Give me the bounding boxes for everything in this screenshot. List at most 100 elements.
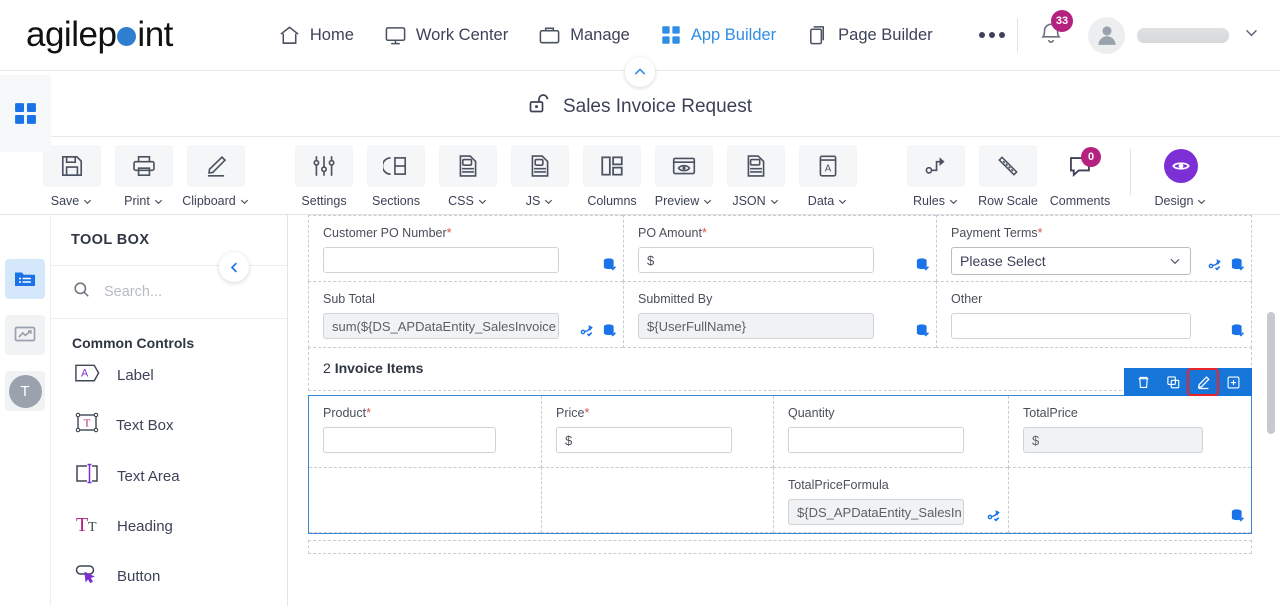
rail-item-user[interactable]: T [5, 371, 45, 411]
data-binding-icon[interactable] [915, 323, 930, 343]
toolbar-json-button[interactable]: JSON [720, 145, 792, 208]
data-binding-icon[interactable] [915, 257, 930, 277]
field-customer-po-number[interactable]: Customer PO Number* [308, 215, 623, 282]
chevron-down-icon [545, 199, 553, 204]
rules-icon[interactable] [580, 323, 595, 343]
field-icons-payment-terms [1208, 257, 1245, 277]
notifications-button[interactable]: 33 [1038, 9, 1073, 51]
canvas-scrollbar[interactable] [1267, 312, 1275, 434]
rail-apps-button[interactable] [0, 75, 51, 152]
select-payment-terms[interactable]: Please Select [951, 247, 1191, 275]
toolbar-columns-button[interactable]: Columns [576, 145, 648, 208]
data-binding-icon[interactable] [602, 323, 617, 343]
search-input[interactable] [104, 284, 254, 300]
toolbar-rules-button[interactable]: Rules [900, 145, 972, 208]
field-product[interactable]: Product* [309, 396, 541, 468]
toolbox-item-heading[interactable]: TT Heading [51, 501, 287, 551]
toolbar-row-scale-label: Row Scale [978, 194, 1038, 208]
input-other[interactable] [951, 313, 1191, 339]
data-binding-icon[interactable] [1230, 508, 1245, 528]
field-submitted-by[interactable]: Submitted By ${UserFullName} [623, 281, 936, 348]
rules-icon[interactable] [987, 508, 1002, 528]
toolbar-clipboard-button[interactable]: Clipboard [180, 145, 252, 208]
field-item-empty-2[interactable] [541, 467, 773, 533]
nav-item-app-builder[interactable]: App Builder [660, 24, 776, 46]
toolbar-css-button[interactable]: CSS [432, 145, 504, 208]
toolbox-item-label[interactable]: A Label [51, 351, 287, 400]
toolbar-print-button[interactable]: Print [108, 145, 180, 208]
selected-row-block[interactable]: Product* Price* Quantity TotalPrice $ [308, 368, 1252, 534]
field-payment-terms[interactable]: Payment Terms* Please Select [936, 215, 1252, 282]
toolbar-js-button[interactable]: JS [504, 145, 576, 208]
input-submitted-by[interactable]: ${UserFullName} [638, 313, 874, 339]
toolbar-settings-button[interactable]: Settings [288, 145, 360, 208]
data-binding-icon[interactable] [602, 257, 617, 277]
toolbar-sections-label-group: Sections [372, 194, 420, 208]
rules-icon[interactable] [1208, 257, 1223, 277]
home-icon [278, 24, 301, 47]
field-label-sub-total: Sub Total [323, 292, 375, 306]
collapse-toolbar-button[interactable] [625, 57, 655, 87]
field-total-price[interactable]: TotalPrice $ [1008, 396, 1251, 468]
input-price[interactable] [556, 427, 732, 453]
field-item-empty-1[interactable] [309, 467, 541, 533]
floppy-disk-icon [43, 145, 101, 187]
input-product[interactable] [323, 427, 496, 453]
field-item-empty-4[interactable] [1008, 467, 1251, 533]
logo-text-right: int [137, 15, 173, 54]
toolbox-item-text-box[interactable]: T Text Box [51, 400, 287, 451]
section-header-invoice-items[interactable]: 2 Invoice Items [308, 347, 1252, 391]
data-binding-icon[interactable] [1230, 257, 1245, 277]
toolbar-comments-button[interactable]: 0 Comments [1044, 145, 1116, 208]
label-text: Payment Terms [951, 226, 1038, 240]
input-sub-total[interactable]: sum(${DS_APDataEntity_SalesInvoice [323, 313, 559, 339]
ruler-icon [979, 145, 1037, 187]
data-binding-icon[interactable] [1230, 323, 1245, 343]
user-menu-button[interactable] [1243, 24, 1260, 46]
field-total-price-formula[interactable]: TotalPriceFormula ${DS_APDataEntity_Sale… [773, 467, 1008, 533]
next-row-placeholder[interactable] [308, 540, 1252, 554]
field-po-amount[interactable]: PO Amount* [623, 215, 936, 282]
sections-icon [367, 145, 425, 187]
toolbox-item-text-area[interactable]: Text Area [51, 451, 287, 501]
toolbar-design-button[interactable]: Design [1145, 145, 1217, 208]
input-customer-po-number[interactable] [323, 247, 559, 273]
field-sub-total[interactable]: Sub Total sum(${DS_APDataEntity_SalesInv… [308, 281, 623, 348]
field-icons-total-price-formula [987, 508, 1002, 528]
duplicate-row-button[interactable] [1219, 370, 1247, 394]
field-quantity[interactable]: Quantity [773, 396, 1008, 468]
field-price[interactable]: Price* [541, 396, 773, 468]
delete-row-button[interactable] [1129, 370, 1157, 394]
input-quantity[interactable] [788, 427, 964, 453]
toolbox-item-button[interactable]: Button [51, 551, 287, 601]
bell-icon [1038, 23, 1064, 50]
nav-item-page-builder[interactable]: Page Builder [806, 24, 933, 47]
rail-item-forms[interactable] [5, 259, 45, 299]
toolbar-row-scale-button[interactable]: Row Scale [972, 145, 1044, 208]
toolbar-row-scale-label-group: Row Scale [978, 194, 1038, 208]
toolbar-data-button[interactable]: A Data [792, 145, 864, 208]
field-label-po-amount: PO Amount* [638, 226, 922, 240]
toolbar-sections-button[interactable]: Sections [360, 145, 432, 208]
toolbar-preview-button[interactable]: Preview [648, 145, 720, 208]
input-total-price[interactable]: $ [1023, 427, 1203, 453]
rail-item-reports[interactable] [5, 315, 45, 355]
agilepoint-logo[interactable]: agilep int [26, 15, 173, 55]
js-file-icon [511, 145, 569, 187]
edit-row-button[interactable] [1187, 368, 1219, 396]
input-total-price-formula[interactable]: ${DS_APDataEntity_SalesIn [788, 499, 964, 525]
toolbar-css-label-group: CSS [448, 194, 488, 208]
input-po-amount[interactable] [638, 247, 874, 273]
nav-item-home[interactable]: Home [278, 24, 354, 47]
more-options-button[interactable] [978, 32, 1005, 38]
nav-item-work-center[interactable]: Work Center [384, 24, 508, 47]
toolbar-rules-label-group: Rules [913, 194, 959, 208]
field-other[interactable]: Other [936, 281, 1252, 348]
avatar[interactable] [1088, 16, 1125, 54]
toolbox-group-title: Common Controls [72, 335, 195, 351]
collapse-toolbox-button[interactable] [219, 252, 249, 282]
nav-item-manage[interactable]: Manage [538, 24, 630, 47]
toolbar-save-button[interactable]: Save [36, 145, 108, 208]
toolbox-search-row[interactable] [51, 266, 287, 319]
copy-row-button[interactable] [1159, 370, 1187, 394]
